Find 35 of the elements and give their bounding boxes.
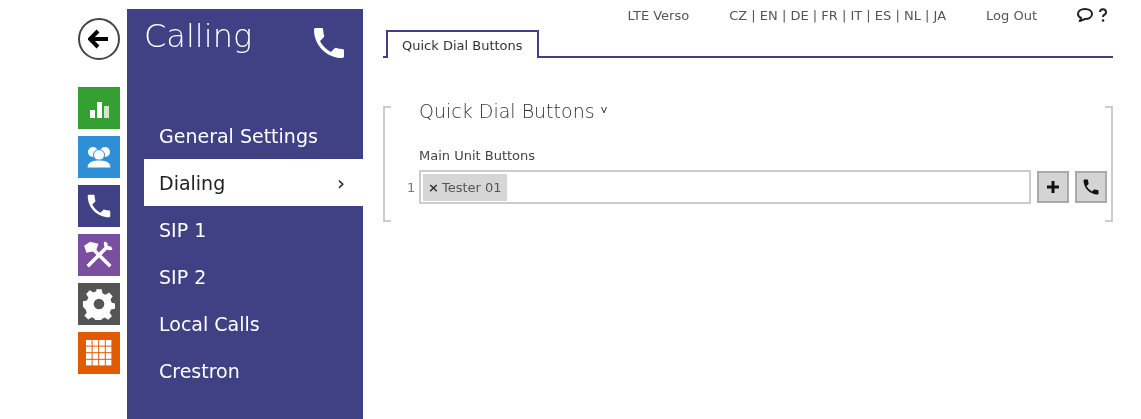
sidebar-item[interactable]: General Settings xyxy=(144,112,363,159)
app-tile[interactable] xyxy=(78,185,120,227)
input-field[interactable]: × Tester 01 xyxy=(419,170,1031,204)
remove-tag-button[interactable]: × xyxy=(428,179,439,195)
gear-icon xyxy=(83,288,115,320)
app-tile[interactable] xyxy=(78,332,120,374)
speech-bubble-icon[interactable] xyxy=(1077,8,1093,22)
grid-icon xyxy=(86,340,112,366)
row-number: 1 xyxy=(407,179,415,195)
sidebar-item[interactable]: SIP 2 xyxy=(144,253,363,300)
sidebar-item[interactable]: Dialing › xyxy=(144,159,363,206)
sidebar-title: Calling xyxy=(144,17,253,55)
app-tile[interactable] xyxy=(78,136,120,178)
device-name: LTE Verso xyxy=(627,7,690,23)
sidebar-item[interactable]: Local Calls xyxy=(144,300,363,347)
field-label: Main Unit Buttons xyxy=(419,148,537,163)
plus-icon xyxy=(1046,180,1060,194)
phone-icon xyxy=(1081,177,1101,197)
sidebar-item[interactable]: SIP 1 xyxy=(144,206,363,253)
app-tile[interactable] xyxy=(78,283,120,325)
chevron-icon: › xyxy=(337,170,345,195)
logout-link[interactable]: Log Out xyxy=(986,7,1037,23)
help-icon[interactable] xyxy=(1099,8,1107,22)
app-tile[interactable] xyxy=(78,234,120,276)
sidebar-item[interactable]: Crestron xyxy=(144,347,363,394)
language-links[interactable]: CZ | EN | DE | FR | IT | ES | NL | JA xyxy=(729,7,947,23)
tag-label: Tester 01 xyxy=(441,179,502,195)
section-title[interactable]: Quick Dial Buttons ˅ xyxy=(419,100,1107,122)
back-arrow-icon xyxy=(88,29,110,49)
tab[interactable]: Quick Dial Buttons xyxy=(386,30,539,58)
people-icon xyxy=(84,144,114,170)
app-tile[interactable] xyxy=(78,87,120,129)
call-button[interactable] xyxy=(1075,171,1107,203)
add-button[interactable] xyxy=(1037,171,1069,203)
back-button[interactable] xyxy=(78,18,120,60)
